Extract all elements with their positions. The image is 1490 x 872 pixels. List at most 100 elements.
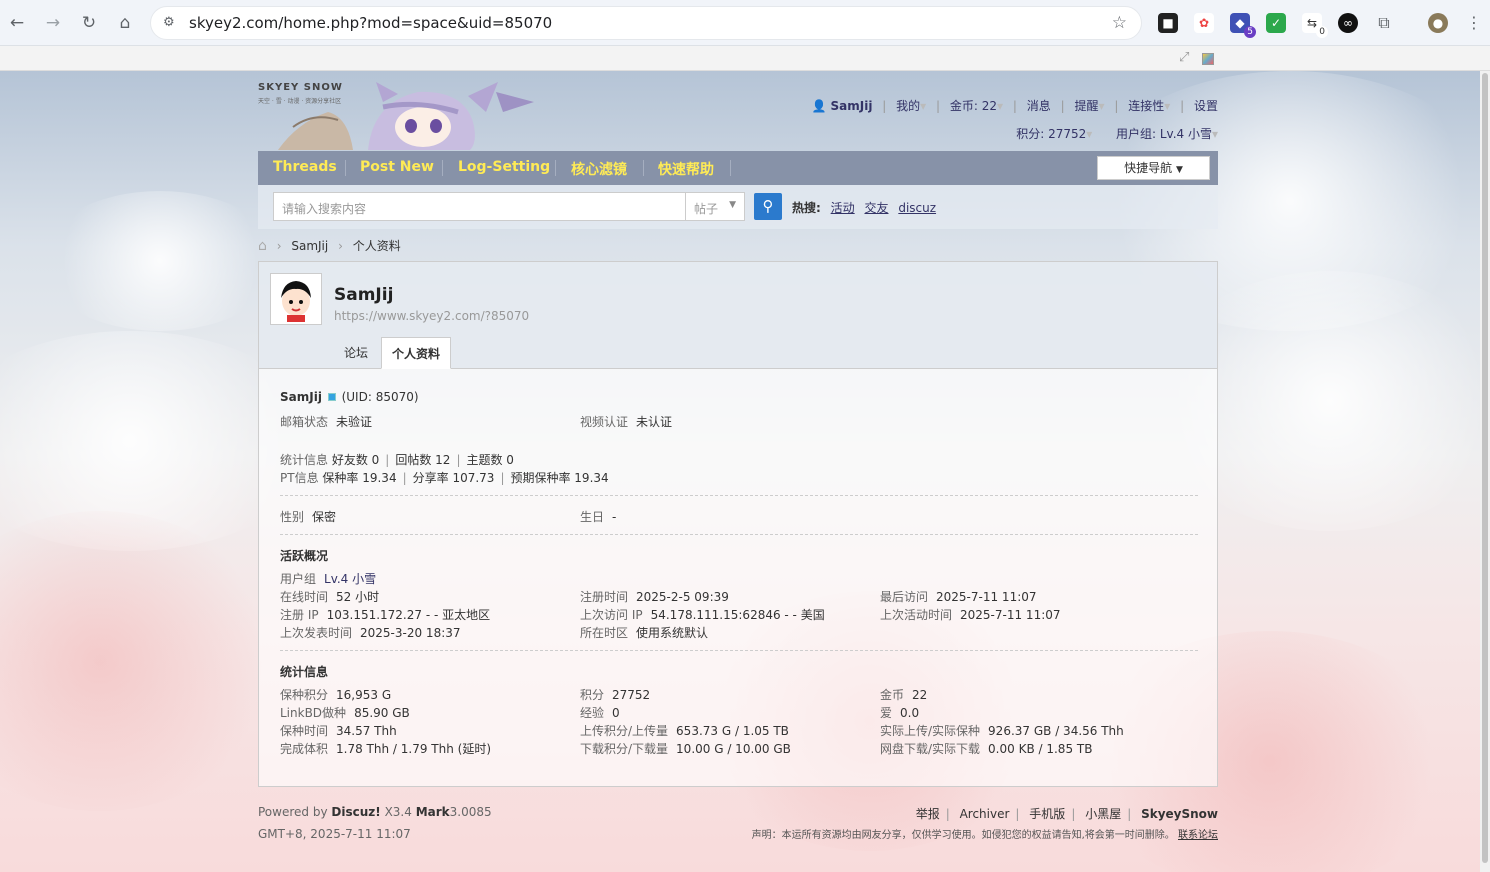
pt-expected-rate: 预期保种率 19.34 — [510, 471, 609, 485]
stats-replies[interactable]: 回帖数 12 — [395, 453, 450, 467]
breadcrumb: ⌂ › SamJij › 个人资料 — [258, 238, 401, 254]
extension-badge-count: 5 — [1244, 26, 1256, 38]
settings-link[interactable]: 设置 — [1194, 99, 1218, 113]
browser-menu-icon[interactable]: ⋮ — [1464, 13, 1484, 33]
nav-quick-help[interactable]: 快速帮助 — [658, 159, 714, 179]
footer-site-link[interactable]: SkyeySnow — [1141, 807, 1218, 821]
reg-time-row: 注册时间 2025-2-5 09:39 — [580, 588, 729, 605]
last-post-label: 上次发表时间 — [280, 626, 353, 640]
extension-counter-icon[interactable]: ⇆ 0 — [1302, 13, 1328, 38]
reg-time-value: 2025-2-5 09:39 — [636, 590, 729, 604]
footer-powered: Powered by Discuz! X3.4 Mark3.0085 — [258, 805, 492, 819]
url-text[interactable]: skyey2.com/home.php?mod=space&uid=85070 — [189, 14, 552, 32]
avatar[interactable] — [270, 273, 322, 325]
extension-badge-icon[interactable]: ◆ 5 — [1230, 13, 1256, 38]
discuz-version: X3.4 — [384, 805, 412, 819]
nav-threads[interactable]: Threads — [273, 159, 337, 175]
address-bar[interactable]: ⚙ skyey2.com/home.php?mod=space&uid=8507… — [150, 6, 1142, 40]
video-status: 视频认证 未认证 — [580, 413, 672, 430]
profile-avatar-icon[interactable]: ● — [1428, 13, 1448, 33]
back-icon[interactable]: ← — [6, 12, 28, 34]
stats-title: 统计信息 — [280, 665, 329, 679]
footer-report-link[interactable]: 举报 — [916, 807, 940, 821]
messages-link[interactable]: 消息 — [1027, 99, 1051, 113]
extension-infinity-icon[interactable]: ∞ — [1338, 13, 1358, 33]
connectivity-menu[interactable]: 连接性 — [1128, 99, 1164, 113]
gender-row: 性别 保密 — [280, 508, 336, 525]
home-icon[interactable]: ⌂ — [114, 12, 136, 34]
profile-url[interactable]: https://www.skyey2.com/?85070 — [334, 309, 529, 323]
user-menu-row-1: 👤 SamJij | 我的▾ | 金币: 22▾ | 消息 | 提醒▾ | 连接… — [811, 99, 1218, 113]
search-button[interactable]: ⚲ — [754, 193, 782, 220]
site-info-icon[interactable]: ⚙ — [163, 15, 175, 30]
upload-label: 上传积分/上传量 — [580, 724, 669, 738]
reload-icon[interactable]: ↻ — [78, 12, 100, 34]
coins-label: 金币 — [880, 688, 905, 702]
mark-link[interactable]: Mark — [416, 805, 450, 819]
nav-log-setting[interactable]: Log-Setting — [458, 159, 550, 175]
footer-blackroom-link[interactable]: 小黑屋 — [1085, 807, 1121, 821]
nav-post-new[interactable]: Post New — [360, 159, 434, 175]
tab-profile[interactable]: 个人资料 — [381, 337, 451, 369]
stats-threads[interactable]: 主题数 0 — [466, 453, 513, 467]
forward-icon[interactable]: → — [42, 12, 64, 34]
last-post-value: 2025-3-20 18:37 — [360, 626, 461, 640]
hot-item[interactable]: discuz — [898, 201, 936, 215]
exp-value: 0 — [612, 706, 620, 720]
user-menu-row-2: 积分: 27752▾ 用户组: Lv.4 小雪▾ — [1016, 125, 1218, 142]
extension-color-icon[interactable]: ✿ — [1194, 13, 1214, 33]
disclaimer-text: 声明：本运所有资源均由网友分享，仅供学习使用。如侵犯您的权益请告知,将会第一时间… — [751, 830, 1175, 841]
volume-row: 完成体积 1.78 Thh / 1.79 Thh (延时) — [280, 740, 491, 757]
last-active-row: 上次活动时间 2025-7-11 11:07 — [880, 606, 1061, 623]
scrollbar[interactable] — [1480, 71, 1490, 872]
extensions-puzzle-icon[interactable]: ⧉ — [1374, 13, 1394, 33]
chevron-down-icon: ▼ — [729, 200, 736, 210]
stats-summary: 统计信息 好友数 0 | 回帖数 12 | 主题数 0 — [280, 453, 514, 467]
extension-icon[interactable]: ■ — [1158, 13, 1178, 33]
quick-nav-button[interactable]: 快捷导航 ▼ — [1097, 156, 1210, 180]
username-link[interactable]: SamJij — [831, 99, 873, 113]
tab-forum[interactable]: 论坛 — [331, 337, 381, 369]
points-menu[interactable]: 积分: 27752 — [1016, 127, 1086, 141]
home-icon[interactable]: ⌂ — [258, 238, 267, 254]
bookmark-star-icon[interactable]: ☆ — [1112, 13, 1127, 33]
discuz-link[interactable]: Discuz! — [331, 805, 380, 819]
theme-switch-icon[interactable] — [1202, 53, 1214, 65]
points-row: 积分 27752 — [580, 686, 650, 703]
disk-value: 0.00 KB / 1.85 TB — [988, 742, 1093, 756]
seed-points-label: 保种积分 — [280, 688, 329, 702]
search-bar: 请输入搜索内容 帖子 ▼ ⚲ 热搜: 活动 交友 discuz — [258, 185, 1218, 229]
avatar-image — [273, 276, 319, 322]
footer-timezone: GMT+8, 2025-7-11 11:07 — [258, 827, 411, 841]
fullscreen-icon[interactable]: ⤢ — [1179, 50, 1189, 65]
usergroup-link[interactable]: Lv.4 小雪 — [324, 572, 376, 586]
footer-mobile-link[interactable]: 手机版 — [1029, 807, 1065, 821]
coins-menu[interactable]: 金币: 22 — [950, 99, 997, 113]
seed-time-value: 34.57 Thh — [336, 724, 397, 738]
search-icon: ⚲ — [762, 197, 774, 215]
contact-link[interactable]: 联系论坛 — [1178, 830, 1218, 841]
hot-item[interactable]: 交友 — [864, 201, 888, 215]
reg-ip-label: 注册 IP — [280, 608, 319, 622]
divider — [280, 650, 1198, 651]
search-input[interactable]: 请输入搜索内容 — [273, 192, 686, 221]
footer-archiver-link[interactable]: Archiver — [960, 807, 1010, 821]
gender-value: 保密 — [312, 510, 337, 524]
mark-version: 3.0085 — [449, 805, 492, 819]
breadcrumb-user[interactable]: SamJij — [291, 239, 328, 253]
timezone-value: 使用系统默认 — [636, 626, 709, 640]
stats-friends[interactable]: 好友数 0 — [332, 453, 379, 467]
search-type-select[interactable]: 帖子 ▼ — [685, 192, 745, 221]
my-menu[interactable]: 我的 — [896, 99, 920, 113]
reminders-menu[interactable]: 提醒 — [1074, 99, 1098, 113]
linkbd-value: 85.90 GB — [354, 706, 410, 720]
nav-core-filter[interactable]: 核心滤镜 — [571, 159, 627, 179]
site-logo[interactable]: SKYEY SNOW 天空 · 雪 · 动漫 · 资源分享社区 — [258, 82, 538, 150]
points-label: 积分 — [580, 688, 605, 702]
usergroup-menu[interactable]: 用户组: Lv.4 小雪 — [1116, 127, 1212, 141]
seed-time-row: 保种时间 34.57 Thh — [280, 722, 397, 739]
user-icon: 👤 — [811, 99, 827, 113]
upload-row: 上传积分/上传量 653.73 G / 1.05 TB — [580, 722, 789, 739]
shield-icon[interactable]: ✓ — [1266, 13, 1286, 33]
hot-item[interactable]: 活动 — [831, 201, 855, 215]
